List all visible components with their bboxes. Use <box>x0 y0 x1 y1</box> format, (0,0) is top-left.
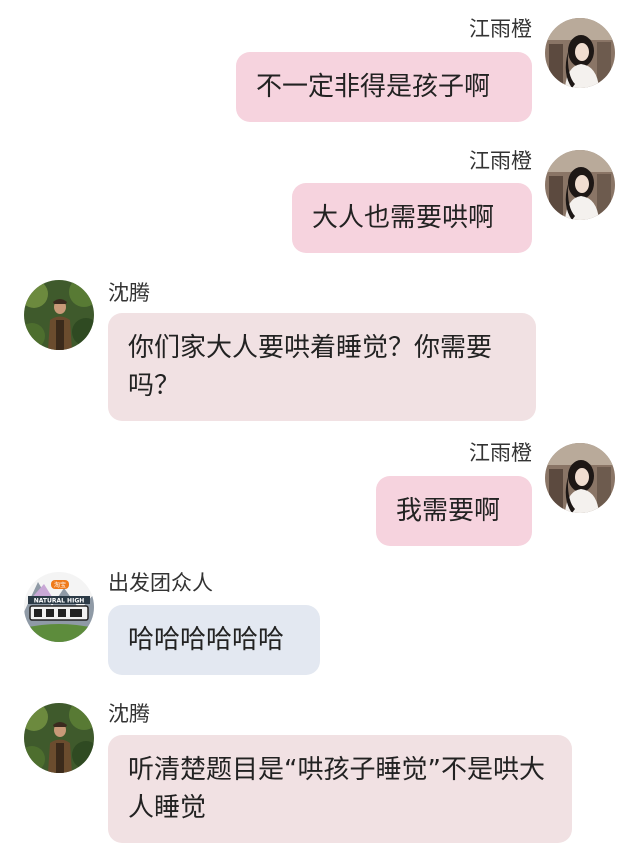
woman-portrait-avatar-icon <box>545 18 615 88</box>
sender-name: 出发团众人 <box>108 571 213 595</box>
message-bubble[interactable]: 我需要啊 <box>376 476 532 546</box>
man-jungle-avatar-icon <box>24 280 94 350</box>
avatar[interactable] <box>545 150 615 220</box>
avatar[interactable] <box>24 703 94 773</box>
message-bubble[interactable]: 听清楚题目是“哄孩子睡觉”不是哄大人睡觉 <box>108 735 572 843</box>
sender-name: 江雨橙 <box>469 17 532 41</box>
avatar[interactable] <box>545 18 615 88</box>
sender-name: 沈腾 <box>108 702 150 726</box>
message-bubble[interactable]: 大人也需要哄啊 <box>292 183 532 253</box>
message-bubble[interactable]: 你们家大人要哄着睡觉？你需要吗？ <box>108 313 536 421</box>
sender-name: 沈腾 <box>108 281 150 305</box>
svg-text:淘宝: 淘宝 <box>54 581 66 589</box>
sender-name: 江雨橙 <box>469 441 532 465</box>
avatar[interactable] <box>545 443 615 513</box>
message-bubble[interactable]: 哈哈哈哈哈哈 <box>108 605 320 675</box>
svg-text:NATURAL HIGH: NATURAL HIGH <box>34 598 85 605</box>
message-bubble[interactable]: 不一定非得是孩子啊 <box>236 52 532 122</box>
woman-portrait-avatar-icon <box>545 150 615 220</box>
sender-name: 江雨橙 <box>469 149 532 173</box>
woman-portrait-avatar-icon <box>545 443 615 513</box>
avatar[interactable]: 淘宝 NATURAL HIGH <box>24 572 94 642</box>
avatar[interactable] <box>24 280 94 350</box>
man-jungle-avatar-icon <box>24 703 94 773</box>
show-logo-avatar-icon: 淘宝 NATURAL HIGH <box>24 572 94 642</box>
